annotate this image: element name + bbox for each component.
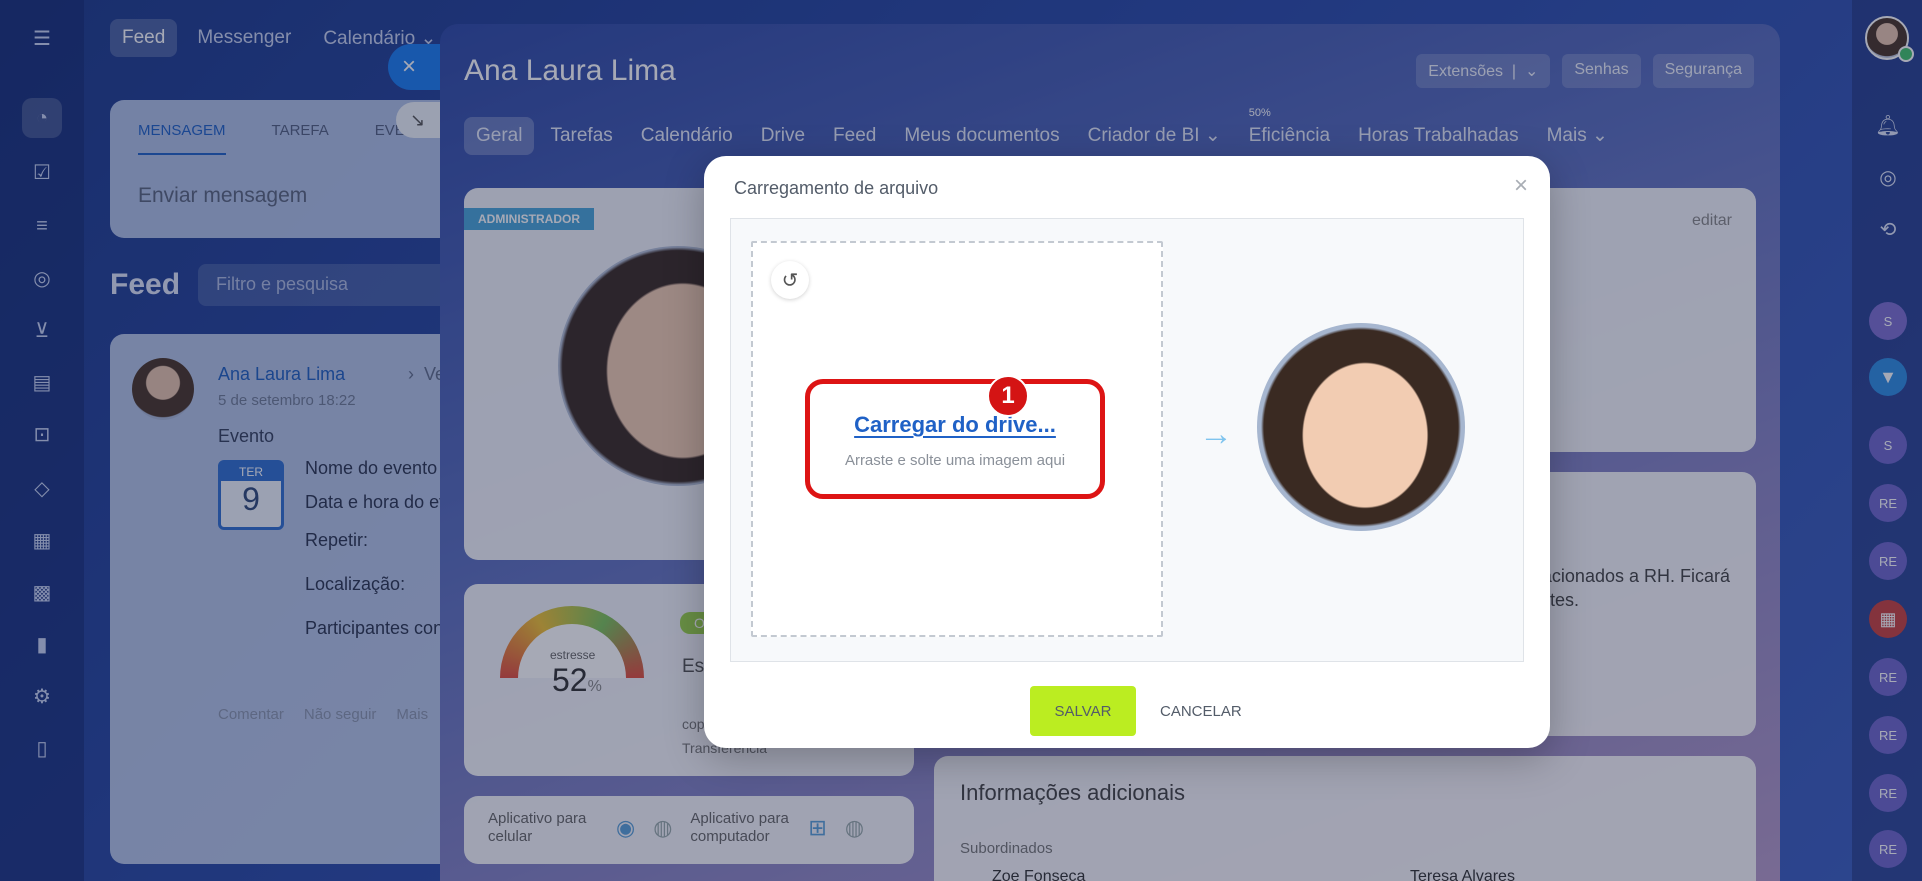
cancel-button[interactable]: CANCELAR bbox=[1148, 686, 1254, 736]
undo-icon[interactable]: ↺ bbox=[771, 261, 809, 299]
upload-highlight: Carregar do drive... Arraste e solte uma… bbox=[805, 379, 1105, 499]
drop-zone[interactable]: ↺ Carregar do drive... Arraste e solte u… bbox=[751, 241, 1163, 637]
close-icon[interactable]: × bbox=[1514, 172, 1528, 200]
upload-area: ↺ Carregar do drive... Arraste e solte u… bbox=[730, 218, 1524, 662]
upload-from-drive-link[interactable]: Carregar do drive... bbox=[810, 412, 1100, 438]
arrow-right-icon: → bbox=[1199, 415, 1233, 453]
step-number-badge: 1 bbox=[987, 375, 1029, 417]
save-button[interactable]: SALVAR bbox=[1030, 686, 1136, 736]
avatar-preview bbox=[1257, 323, 1465, 531]
drag-drop-hint: Arraste e solte uma imagem aqui bbox=[844, 452, 1066, 469]
dialog-title: Carregamento de arquivo bbox=[734, 178, 939, 198]
file-upload-dialog: Carregamento de arquivo × ↺ Carregar do … bbox=[704, 156, 1550, 748]
